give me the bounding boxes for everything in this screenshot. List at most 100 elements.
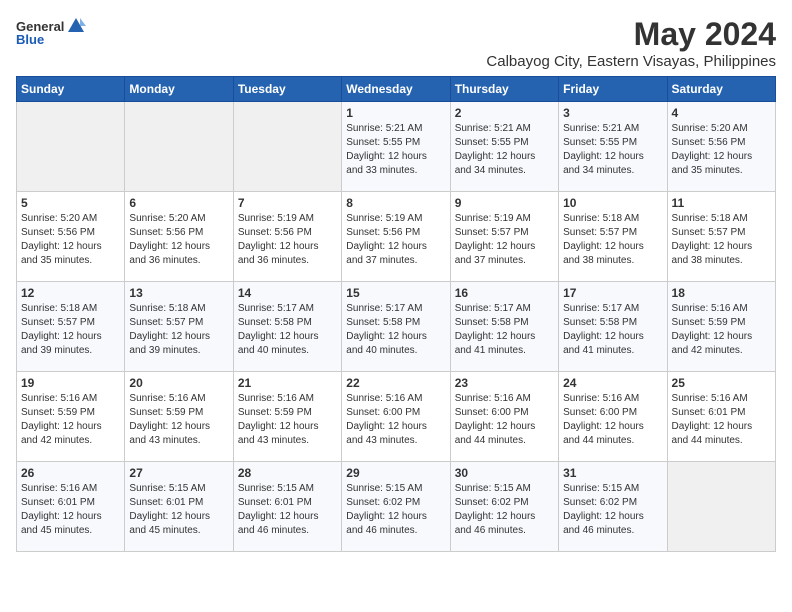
cell-info: Sunrise: 5:20 AM Sunset: 5:56 PM Dayligh…	[21, 212, 120, 268]
calendar-cell	[233, 102, 341, 192]
day-number: 23	[455, 376, 554, 390]
calendar-week-row: 19 Sunrise: 5:16 AM Sunset: 5:59 PM Dayli…	[17, 372, 776, 462]
calendar-week-row: 5 Sunrise: 5:20 AM Sunset: 5:56 PM Daylig…	[17, 192, 776, 282]
day-number: 7	[238, 196, 337, 210]
calendar-cell	[17, 102, 125, 192]
cell-info: Sunrise: 5:18 AM Sunset: 5:57 PM Dayligh…	[129, 302, 228, 358]
calendar-cell: 25Sunrise: 5:16 AM Sunset: 6:01 PM Dayli…	[667, 372, 775, 462]
day-number: 29	[346, 466, 445, 480]
calendar-cell: 6 Sunrise: 5:20 AM Sunset: 5:56 PM Daylig…	[125, 192, 233, 282]
day-number: 9	[455, 196, 554, 210]
day-number: 22	[346, 376, 445, 390]
day-number: 18	[672, 286, 771, 300]
cell-info: Sunrise: 5:16 AM Sunset: 6:00 PM Dayligh…	[563, 392, 662, 448]
calendar-cell: 20Sunrise: 5:16 AM Sunset: 5:59 PM Dayli…	[125, 372, 233, 462]
cell-info: Sunrise: 5:18 AM Sunset: 5:57 PM Dayligh…	[672, 212, 771, 268]
weekday-header: Sunday	[17, 77, 125, 102]
cell-info: Sunrise: 5:16 AM Sunset: 6:00 PM Dayligh…	[455, 392, 554, 448]
calendar-cell: 29 Sunrise: 5:15 AM Sunset: 6:02 PM Dayli…	[342, 462, 450, 552]
cell-info: Sunrise: 5:19 AM Sunset: 5:56 PM Dayligh…	[238, 212, 337, 268]
cell-info: Sunrise: 5:15 AM Sunset: 6:01 PM Dayligh…	[129, 482, 228, 538]
cell-info: Sunrise: 5:20 AM Sunset: 5:56 PM Dayligh…	[129, 212, 228, 268]
cell-info: Sunrise: 5:21 AM Sunset: 5:55 PM Dayligh…	[346, 122, 445, 178]
calendar-cell: 28 Sunrise: 5:15 AM Sunset: 6:01 PM Dayli…	[233, 462, 341, 552]
weekday-header: Thursday	[450, 77, 558, 102]
calendar-week-row: 12 Sunrise: 5:18 AM Sunset: 5:57 PM Dayli…	[17, 282, 776, 372]
cell-info: Sunrise: 5:21 AM Sunset: 5:55 PM Dayligh…	[563, 122, 662, 178]
day-number: 8	[346, 196, 445, 210]
calendar-cell: 14Sunrise: 5:17 AM Sunset: 5:58 PM Dayli…	[233, 282, 341, 372]
day-number: 19	[21, 376, 120, 390]
day-number: 31	[563, 466, 662, 480]
calendar-cell	[667, 462, 775, 552]
day-number: 10	[563, 196, 662, 210]
title-block: May 2024 Calbayog City, Eastern Visayas,…	[486, 16, 776, 70]
calendar-cell: 8 Sunrise: 5:19 AM Sunset: 5:56 PM Daylig…	[342, 192, 450, 282]
calendar-cell: 9 Sunrise: 5:19 AM Sunset: 5:57 PM Daylig…	[450, 192, 558, 282]
cell-info: Sunrise: 5:21 AM Sunset: 5:55 PM Dayligh…	[455, 122, 554, 178]
calendar-cell: 19 Sunrise: 5:16 AM Sunset: 5:59 PM Dayli…	[17, 372, 125, 462]
calendar-cell: 10 Sunrise: 5:18 AM Sunset: 5:57 PM Dayli…	[559, 192, 667, 282]
calendar-cell: 26 Sunrise: 5:16 AM Sunset: 6:01 PM Dayli…	[17, 462, 125, 552]
calendar-week-row: 26 Sunrise: 5:16 AM Sunset: 6:01 PM Dayli…	[17, 462, 776, 552]
calendar-cell: 15 Sunrise: 5:17 AM Sunset: 5:58 PM Dayli…	[342, 282, 450, 372]
cell-info: Sunrise: 5:16 AM Sunset: 5:59 PM Dayligh…	[672, 302, 771, 358]
weekday-header-row: SundayMondayTuesdayWednesdayThursdayFrid…	[17, 77, 776, 102]
day-number: 28	[238, 466, 337, 480]
cell-info: Sunrise: 5:16 AM Sunset: 6:01 PM Dayligh…	[672, 392, 771, 448]
cell-info: Sunrise: 5:17 AM Sunset: 5:58 PM Dayligh…	[563, 302, 662, 358]
cell-info: Sunrise: 5:15 AM Sunset: 6:02 PM Dayligh…	[455, 482, 554, 538]
calendar-cell: 1 Sunrise: 5:21 AM Sunset: 5:55 PM Daylig…	[342, 102, 450, 192]
cell-info: Sunrise: 5:16 AM Sunset: 6:00 PM Dayligh…	[346, 392, 445, 448]
day-number: 15	[346, 286, 445, 300]
calendar-cell: 22 Sunrise: 5:16 AM Sunset: 6:00 PM Dayli…	[342, 372, 450, 462]
cell-info: Sunrise: 5:18 AM Sunset: 5:57 PM Dayligh…	[563, 212, 662, 268]
day-number: 24	[563, 376, 662, 390]
day-number: 27	[129, 466, 228, 480]
calendar-cell: 5 Sunrise: 5:20 AM Sunset: 5:56 PM Daylig…	[17, 192, 125, 282]
cell-info: Sunrise: 5:16 AM Sunset: 5:59 PM Dayligh…	[129, 392, 228, 448]
cell-info: Sunrise: 5:18 AM Sunset: 5:57 PM Dayligh…	[21, 302, 120, 358]
day-number: 5	[21, 196, 120, 210]
day-number: 11	[672, 196, 771, 210]
logo-blue: Blue	[16, 32, 44, 47]
calendar-cell: 27 Sunrise: 5:15 AM Sunset: 6:01 PM Dayli…	[125, 462, 233, 552]
calendar-cell: 4Sunrise: 5:20 AM Sunset: 5:56 PM Daylig…	[667, 102, 775, 192]
cell-info: Sunrise: 5:15 AM Sunset: 6:02 PM Dayligh…	[563, 482, 662, 538]
day-number: 14	[238, 286, 337, 300]
calendar-cell: 24 Sunrise: 5:16 AM Sunset: 6:00 PM Dayli…	[559, 372, 667, 462]
weekday-header: Friday	[559, 77, 667, 102]
cell-info: Sunrise: 5:19 AM Sunset: 5:56 PM Dayligh…	[346, 212, 445, 268]
day-number: 13	[129, 286, 228, 300]
day-number: 30	[455, 466, 554, 480]
calendar-cell	[125, 102, 233, 192]
weekday-header: Monday	[125, 77, 233, 102]
calendar-cell: 3 Sunrise: 5:21 AM Sunset: 5:55 PM Daylig…	[559, 102, 667, 192]
day-number: 12	[21, 286, 120, 300]
day-number: 17	[563, 286, 662, 300]
cell-info: Sunrise: 5:19 AM Sunset: 5:57 PM Dayligh…	[455, 212, 554, 268]
calendar-table: SundayMondayTuesdayWednesdayThursdayFrid…	[16, 76, 776, 552]
calendar-cell: 23 Sunrise: 5:16 AM Sunset: 6:00 PM Dayli…	[450, 372, 558, 462]
day-number: 26	[21, 466, 120, 480]
logo-icon	[66, 16, 86, 36]
cell-info: Sunrise: 5:20 AM Sunset: 5:56 PM Dayligh…	[672, 122, 771, 178]
day-number: 3	[563, 106, 662, 120]
cell-info: Sunrise: 5:15 AM Sunset: 6:01 PM Dayligh…	[238, 482, 337, 538]
day-number: 21	[238, 376, 337, 390]
calendar-cell: 7 Sunrise: 5:19 AM Sunset: 5:56 PM Daylig…	[233, 192, 341, 282]
calendar-cell: 16Sunrise: 5:17 AM Sunset: 5:58 PM Dayli…	[450, 282, 558, 372]
cell-info: Sunrise: 5:15 AM Sunset: 6:02 PM Dayligh…	[346, 482, 445, 538]
calendar-cell: 13 Sunrise: 5:18 AM Sunset: 5:57 PM Dayli…	[125, 282, 233, 372]
cell-info: Sunrise: 5:17 AM Sunset: 5:58 PM Dayligh…	[346, 302, 445, 358]
cell-info: Sunrise: 5:16 AM Sunset: 6:01 PM Dayligh…	[21, 482, 120, 538]
calendar-cell: 30 Sunrise: 5:15 AM Sunset: 6:02 PM Dayli…	[450, 462, 558, 552]
calendar-cell: 11 Sunrise: 5:18 AM Sunset: 5:57 PM Dayli…	[667, 192, 775, 282]
day-number: 16	[455, 286, 554, 300]
calendar-cell: 17 Sunrise: 5:17 AM Sunset: 5:58 PM Dayli…	[559, 282, 667, 372]
day-number: 6	[129, 196, 228, 210]
day-number: 1	[346, 106, 445, 120]
weekday-header: Saturday	[667, 77, 775, 102]
calendar-cell: 21Sunrise: 5:16 AM Sunset: 5:59 PM Dayli…	[233, 372, 341, 462]
cell-info: Sunrise: 5:16 AM Sunset: 5:59 PM Dayligh…	[21, 392, 120, 448]
